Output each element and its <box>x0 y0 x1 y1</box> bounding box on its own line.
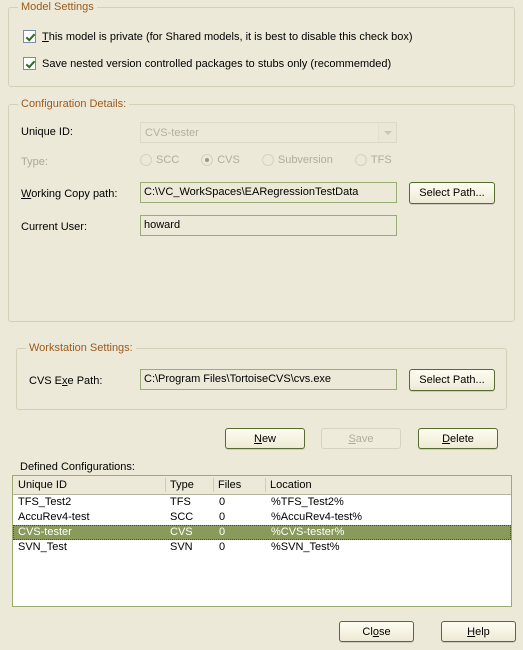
select-path-button-working-copy[interactable]: Select Path... <box>409 182 495 204</box>
checkbox-model-is-private-label: This model is private (for Shared models… <box>42 31 413 43</box>
label-text: se <box>378 625 391 638</box>
cell-files: 0 <box>219 541 226 553</box>
checkbox-save-nested-stubs-label: Save nested version controlled packages … <box>42 57 392 70</box>
close-button-label: Close <box>362 626 390 638</box>
radio-scc-label: SCC <box>156 154 180 166</box>
help-button-label: Help <box>467 626 490 638</box>
label-text: e Path: <box>67 375 103 387</box>
accel-letter: W <box>21 188 32 200</box>
column-header-files[interactable]: Files <box>213 476 265 494</box>
configuration-details-legend: Configuration Details: <box>18 98 130 110</box>
checkbox-save-nested-stubs[interactable]: Save nested version controlled packages … <box>23 57 391 70</box>
cell-type: TFS <box>170 496 191 508</box>
accel-letter: H <box>467 625 476 638</box>
new-button-label: New <box>254 433 276 445</box>
defined-configurations-listbox[interactable]: Unique ID Type Files Location TFS_Test2 … <box>12 475 512 607</box>
listbox-header-row: Unique ID Type Files Location <box>13 476 511 495</box>
label-text-pre: CVS E <box>29 375 63 387</box>
cell-location: %SVN_Test% <box>271 541 340 553</box>
cvs-exe-path-input[interactable]: C:\Program Files\TortoiseCVS\cvs.exe <box>140 369 397 390</box>
unique-id-label: Unique ID: <box>21 126 73 138</box>
label-text: ew <box>261 432 276 445</box>
column-header-unique-id[interactable]: Unique ID <box>13 476 165 494</box>
label-text: elp <box>475 625 490 638</box>
radio-selected-icon[interactable] <box>201 154 214 166</box>
working-copy-path-input[interactable]: C:\VC_WorkSpaces\EARegressionTestData <box>140 182 397 203</box>
label-text-pre: Cl <box>362 625 373 638</box>
checkbox-checked-icon[interactable] <box>23 57 36 70</box>
cell-type: SCC <box>170 511 194 523</box>
help-button[interactable]: Help <box>441 621 516 642</box>
cell-files: 0 <box>219 511 226 523</box>
cell-location: %TFS_Test2% <box>271 496 344 508</box>
cell-location: %AccuRev4-test% <box>271 511 363 523</box>
radio-tfs[interactable]: TFS <box>354 154 392 166</box>
cell-unique-id: SVN_Test <box>18 541 67 553</box>
checkbox-model-is-private[interactable]: This model is private (for Shared models… <box>23 30 413 43</box>
type-radio-group[interactable]: SCC CVS Subversion TFS <box>140 154 392 166</box>
delete-button-label: Delete <box>442 433 474 445</box>
save-button: Save <box>321 428 401 449</box>
radio-unselected-icon[interactable] <box>140 154 152 166</box>
unique-id-combobox[interactable]: CVS-tester <box>140 122 397 143</box>
cell-files: 0 <box>219 496 226 508</box>
unique-id-value: CVS-tester <box>145 126 199 139</box>
workstation-settings-legend: Workstation Settings: <box>26 342 136 354</box>
delete-button[interactable]: Delete <box>418 428 498 449</box>
model-settings-legend: Model Settings <box>18 1 97 13</box>
radio-unselected-icon[interactable] <box>261 154 274 166</box>
table-row[interactable]: TFS_Test2 TFS 0 %TFS_Test2% <box>13 495 511 510</box>
chevron-down-icon[interactable] <box>378 123 396 142</box>
listbox-rows: TFS_Test2 TFS 0 %TFS_Test2% AccuRev4-tes… <box>13 495 511 555</box>
radio-tfs-label: TFS <box>370 154 392 166</box>
column-header-type[interactable]: Type <box>165 476 213 494</box>
label-text: his model is private (for Shared models,… <box>48 30 413 43</box>
cell-unique-id: AccuRev4-test <box>18 511 90 523</box>
type-label: Type: <box>21 156 48 168</box>
column-header-location[interactable]: Location <box>265 476 511 494</box>
radio-scc[interactable]: SCC <box>140 154 179 166</box>
current-user-label: Current User: <box>21 221 88 233</box>
current-user-input[interactable]: howard <box>140 215 397 236</box>
radio-subversion-label: Subversion <box>277 154 333 166</box>
label-text: orking Copy path: <box>31 188 118 200</box>
table-row-selected[interactable]: CVS-tester CVS 0 %CVS-tester% <box>13 525 511 540</box>
label-text: elete <box>450 432 474 445</box>
accel-letter: S <box>348 432 356 445</box>
radio-unselected-icon[interactable] <box>354 154 367 166</box>
accel-letter: D <box>442 432 451 445</box>
cell-type: SVN <box>170 541 193 553</box>
label-text: ave <box>355 432 374 445</box>
close-button[interactable]: Close <box>339 621 414 642</box>
select-path-button-cvs-exe[interactable]: Select Path... <box>409 369 495 391</box>
defined-configurations-label: Defined Configurations: <box>20 461 135 473</box>
new-button[interactable]: New <box>225 428 305 449</box>
table-row[interactable]: SVN_Test SVN 0 %SVN_Test% <box>13 540 511 555</box>
radio-subversion[interactable]: Subversion <box>261 154 333 166</box>
radio-cvs[interactable]: CVS <box>201 154 240 166</box>
accel-letter: N <box>253 432 262 445</box>
cell-files: 0 <box>219 526 226 538</box>
working-copy-path-label: Working Copy path: <box>21 188 117 200</box>
cell-unique-id: CVS-tester <box>18 526 72 538</box>
model-settings-group: Model Settings <box>8 1 515 87</box>
checkbox-checked-icon[interactable] <box>23 30 36 43</box>
cell-location: %CVS-tester% <box>271 526 345 538</box>
cell-type: CVS <box>170 526 193 538</box>
accel-letter: T <box>42 30 49 43</box>
table-row[interactable]: AccuRev4-test SCC 0 %AccuRev4-test% <box>13 510 511 525</box>
radio-cvs-label: CVS <box>217 154 240 166</box>
save-button-label: Save <box>348 433 373 445</box>
cell-unique-id: TFS_Test2 <box>18 496 72 508</box>
cvs-exe-path-label: CVS Exe Path: <box>29 375 102 387</box>
